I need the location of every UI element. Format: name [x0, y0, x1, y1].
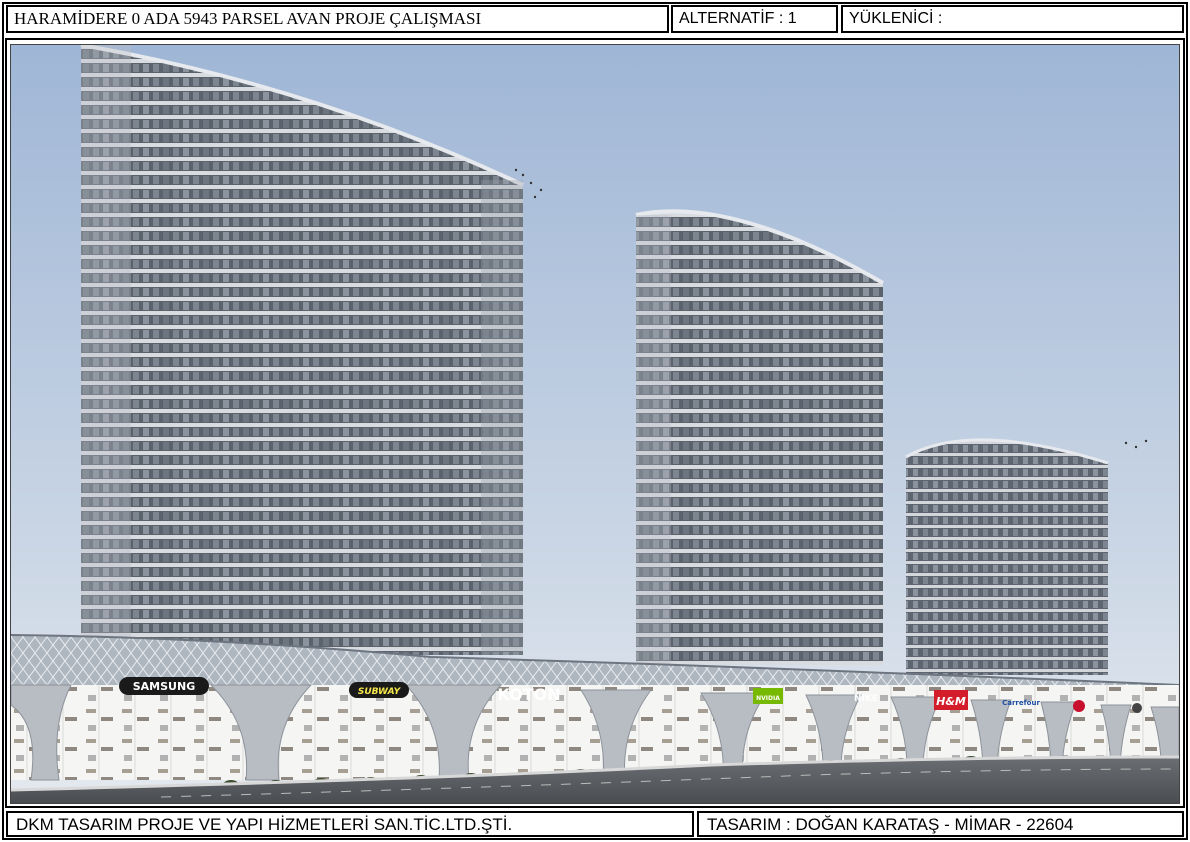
- sign-carrefour: Carrefour: [1002, 699, 1040, 707]
- sign-subway: SUBWAY: [358, 687, 402, 697]
- sign-samsung: SAMSUNG: [133, 680, 195, 693]
- sign-hm: H&M: [936, 695, 966, 708]
- company-name: DKM TASARIM PROJE VE YAPI HİZMETLERİ SAN…: [6, 811, 694, 837]
- sign-koton: KOTON: [497, 685, 560, 704]
- alternative-label: ALTERNATİF : 1: [671, 5, 838, 33]
- tower-middle: [635, 209, 885, 665]
- contractor-label: YÜKLENİCİ :: [841, 5, 1184, 33]
- designer-credit: TASARIM : DOĞAN KARATAŞ - MİMAR - 22604: [697, 811, 1184, 837]
- sign-logo-dark: [1132, 703, 1142, 713]
- sign-logo-red: [1073, 700, 1085, 712]
- architectural-render: SAMSUNG SUBWAY KOTON NVIDIA NIKE H&M Car…: [10, 44, 1180, 804]
- tower-right: [905, 438, 1109, 675]
- sign-nvidia: NVIDIA: [756, 695, 780, 702]
- sign-nike: NIKE: [854, 694, 878, 704]
- project-title: HARAMİDERE 0 ADA 5943 PARSEL AVAN PROJE …: [6, 5, 669, 33]
